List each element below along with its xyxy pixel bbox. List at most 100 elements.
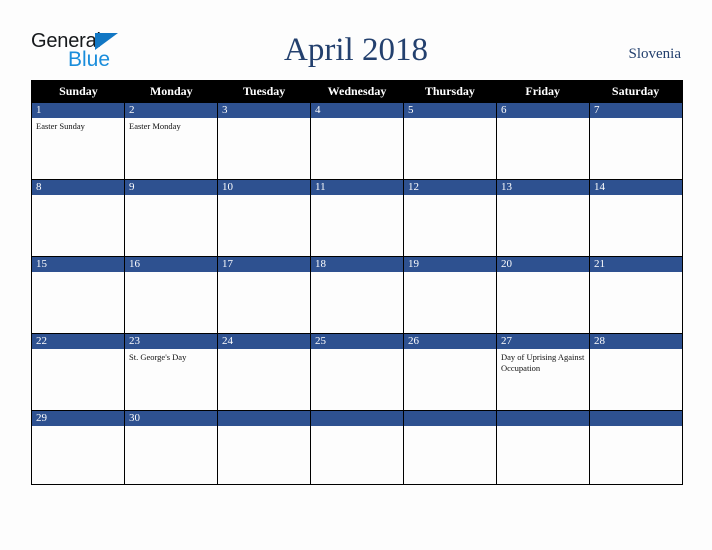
day-cell[interactable]: 6 xyxy=(497,102,590,179)
day-number: 23 xyxy=(125,334,217,349)
weekday-header-saturday: Saturday xyxy=(611,84,660,98)
day-cell[interactable]: 18 xyxy=(311,256,404,333)
day-events xyxy=(125,426,217,484)
day-events xyxy=(32,426,124,484)
day-number: 25 xyxy=(311,334,403,349)
day-events xyxy=(590,195,682,256)
day-number: 24 xyxy=(218,334,310,349)
day-number: 18 xyxy=(311,257,403,272)
day-cell[interactable]: 23 St. George's Day xyxy=(125,333,218,410)
day-events: Day of Uprising Against Occupation xyxy=(497,349,589,410)
day-events xyxy=(497,118,589,179)
day-events xyxy=(590,426,682,484)
day-events xyxy=(32,195,124,256)
day-events xyxy=(125,272,217,333)
day-cell-empty xyxy=(311,410,404,484)
day-cell[interactable]: 25 xyxy=(311,333,404,410)
day-cell[interactable]: 2 Easter Monday xyxy=(125,102,218,179)
day-cell[interactable]: 28 xyxy=(590,333,682,410)
weekday-header-wednesday: Wednesday xyxy=(327,84,387,98)
day-cell[interactable]: 22 xyxy=(32,333,125,410)
day-cell-empty xyxy=(590,410,682,484)
day-cell[interactable]: 1 Easter Sunday xyxy=(32,102,125,179)
day-events xyxy=(32,272,124,333)
day-cell[interactable]: 11 xyxy=(311,179,404,256)
day-number xyxy=(497,411,589,426)
day-number: 7 xyxy=(590,103,682,118)
calendar-week-row: 15 16 17 18 19 20 21 xyxy=(32,256,682,333)
day-number: 16 xyxy=(125,257,217,272)
day-number xyxy=(218,411,310,426)
day-cell[interactable]: 15 xyxy=(32,256,125,333)
day-number: 4 xyxy=(311,103,403,118)
day-cell[interactable]: 17 xyxy=(218,256,311,333)
day-cell[interactable]: 13 xyxy=(497,179,590,256)
day-number: 26 xyxy=(404,334,496,349)
day-number: 20 xyxy=(497,257,589,272)
day-cell[interactable]: 9 xyxy=(125,179,218,256)
day-events xyxy=(218,426,310,484)
day-cell[interactable]: 3 xyxy=(218,102,311,179)
day-events xyxy=(590,349,682,410)
day-events xyxy=(125,195,217,256)
day-cell[interactable]: 5 xyxy=(404,102,497,179)
day-number: 13 xyxy=(497,180,589,195)
day-events xyxy=(404,272,496,333)
day-number: 14 xyxy=(590,180,682,195)
day-number xyxy=(311,411,403,426)
day-cell[interactable]: 21 xyxy=(590,256,682,333)
day-number: 1 xyxy=(32,103,124,118)
day-cell[interactable]: 12 xyxy=(404,179,497,256)
day-cell[interactable]: 14 xyxy=(590,179,682,256)
day-cell-empty xyxy=(218,410,311,484)
weekday-header-friday: Friday xyxy=(525,84,561,98)
weekday-header-tuesday: Tuesday xyxy=(243,84,286,98)
day-events xyxy=(311,272,403,333)
day-events xyxy=(497,272,589,333)
calendar-grid: Sunday Monday Tuesday Wednesday Thursday… xyxy=(31,80,683,485)
day-cell[interactable]: 30 xyxy=(125,410,218,484)
weekday-header-sunday: Sunday xyxy=(59,84,98,98)
day-events xyxy=(404,349,496,410)
day-cell[interactable]: 16 xyxy=(125,256,218,333)
day-number: 28 xyxy=(590,334,682,349)
event-label: Day of Uprising Against Occupation xyxy=(501,352,585,373)
day-cell[interactable]: 8 xyxy=(32,179,125,256)
page-header: General Blue April 2018 Slovenia xyxy=(31,26,681,78)
day-cell[interactable]: 27 Day of Uprising Against Occupation xyxy=(497,333,590,410)
day-cell[interactable]: 29 xyxy=(32,410,125,484)
day-events xyxy=(497,195,589,256)
calendar-week-row: 29 30 xyxy=(32,410,682,484)
day-cell[interactable]: 20 xyxy=(497,256,590,333)
day-number: 8 xyxy=(32,180,124,195)
day-cell-empty xyxy=(497,410,590,484)
day-cell[interactable]: 26 xyxy=(404,333,497,410)
day-cell[interactable]: 10 xyxy=(218,179,311,256)
day-number: 5 xyxy=(404,103,496,118)
event-label: St. George's Day xyxy=(129,352,187,362)
day-events xyxy=(590,272,682,333)
day-number: 29 xyxy=(32,411,124,426)
day-number: 12 xyxy=(404,180,496,195)
day-number xyxy=(404,411,496,426)
day-events xyxy=(404,195,496,256)
calendar-week-row: 1 Easter Sunday 2 Easter Monday 3 4 5 6 … xyxy=(32,102,682,179)
day-number: 17 xyxy=(218,257,310,272)
day-events xyxy=(404,426,496,484)
day-number: 6 xyxy=(497,103,589,118)
day-cell[interactable]: 7 xyxy=(590,102,682,179)
event-label: Easter Monday xyxy=(129,121,181,131)
day-number: 19 xyxy=(404,257,496,272)
day-events: St. George's Day xyxy=(125,349,217,410)
day-events xyxy=(218,195,310,256)
day-events xyxy=(32,349,124,410)
day-number: 21 xyxy=(590,257,682,272)
day-cell[interactable]: 19 xyxy=(404,256,497,333)
page-title: April 2018 xyxy=(284,32,428,68)
day-events xyxy=(497,426,589,484)
day-cell[interactable]: 4 xyxy=(311,102,404,179)
day-cell[interactable]: 24 xyxy=(218,333,311,410)
calendar-week-row: 22 23 St. George's Day 24 25 26 27 Day o… xyxy=(32,333,682,410)
day-events xyxy=(311,118,403,179)
day-events xyxy=(218,272,310,333)
